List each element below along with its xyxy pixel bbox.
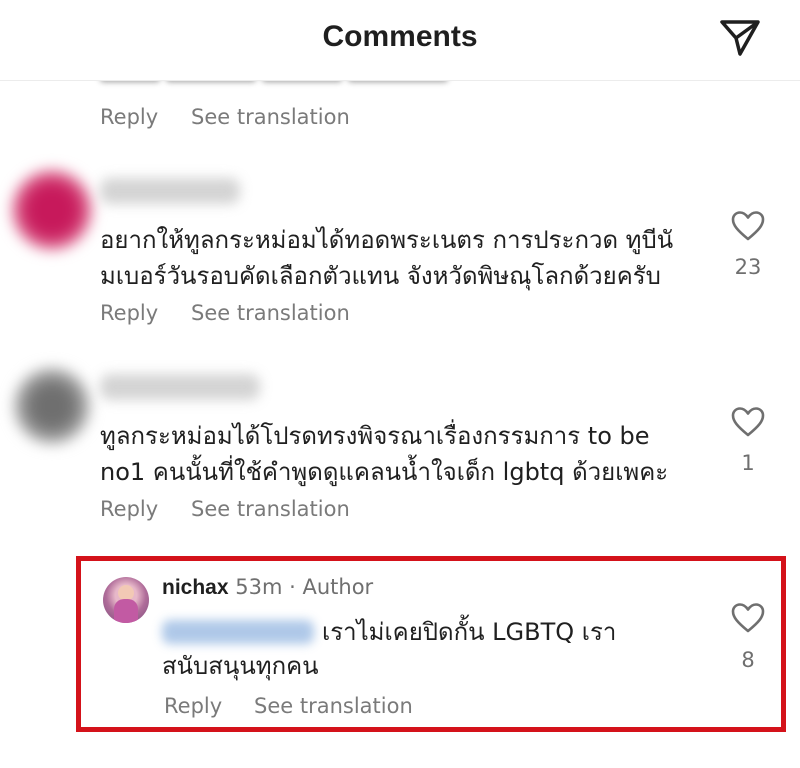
see-translation-button[interactable]: See translation [254,694,413,718]
reply-button[interactable]: Reply [164,694,222,718]
heart-outline-icon[interactable] [731,406,765,438]
reply-meta: nichax 53m · Author [162,575,373,600]
reply-button[interactable]: Reply [100,105,158,129]
comment-text: อยากให้ทูลกระหม่อมได้ทอดพระเนตร การประกว… [100,226,674,290]
see-translation-button[interactable]: See translation [191,497,350,521]
author-badge: Author [302,575,374,599]
comment-text: ทูลกระหม่อมได้โปรดทรงพิจรณาเรื่องกรรมการ… [100,422,669,486]
separator: · [289,575,296,599]
heart-outline-icon[interactable] [731,602,765,634]
see-translation-button[interactable]: See translation [191,301,350,325]
username[interactable]: nichax [162,576,229,599]
mention-link[interactable] [162,620,314,644]
page-title: Comments [322,20,478,53]
like-count: 23 [734,255,762,279]
reply-button[interactable]: Reply [100,301,158,325]
avatar[interactable] [12,170,92,250]
reply-text-line: เราไม่เคยปิดกั้น LGBTQ เรา [322,618,617,646]
see-translation-button[interactable]: See translation [191,105,350,129]
comments-header: Comments [0,0,800,81]
timestamp: 53m [235,575,283,599]
username[interactable] [100,178,240,204]
heart-outline-icon[interactable] [731,210,765,242]
avatar[interactable] [14,368,90,444]
paper-plane-icon[interactable] [718,18,762,58]
reply-button[interactable]: Reply [100,497,158,521]
like-count: 1 [741,451,755,475]
username[interactable] [100,374,260,400]
reply-text-line: สนับสนุนทุกคน [162,652,319,680]
avatar[interactable] [103,577,149,623]
like-count: 8 [741,648,755,672]
